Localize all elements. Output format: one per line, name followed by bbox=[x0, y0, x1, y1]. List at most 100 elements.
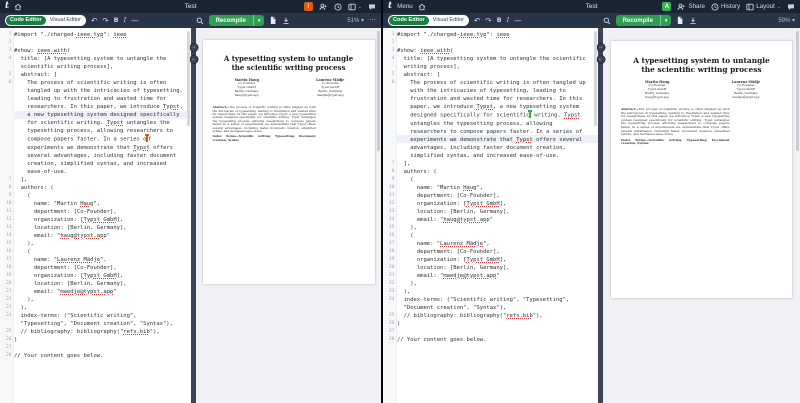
collapse-right-handle[interactable]: → bbox=[596, 43, 605, 52]
visual-editor-tab[interactable]: Visual Editor bbox=[429, 16, 468, 25]
code-line[interactable]: 25// bibliography: bibliography("refs.bi… bbox=[0, 328, 191, 336]
code-line[interactable]: 16( bbox=[383, 232, 598, 240]
code-line[interactable]: 2 bbox=[383, 39, 598, 47]
code-line[interactable]: 4title: [A typesetting system to untangl… bbox=[383, 55, 598, 71]
visual-editor-tab[interactable]: Visual Editor bbox=[46, 16, 85, 25]
code-line[interactable]: 9( bbox=[0, 192, 191, 200]
code-line[interactable]: 11department: [Co-Founder], bbox=[383, 192, 598, 200]
code-line[interactable]: 22), bbox=[383, 280, 598, 288]
code-line[interactable]: 20location: [Berlin, Germany], bbox=[0, 280, 191, 288]
zoom-level[interactable]: 51% ▾ bbox=[347, 17, 364, 24]
code-line[interactable]: 26) bbox=[0, 336, 191, 344]
bold-button[interactable]: B bbox=[497, 15, 502, 26]
code-line[interactable]: 1#import "./charged-ieee.typ": ieee bbox=[0, 31, 191, 39]
code-line[interactable]: 3#show: ieee.with( bbox=[383, 47, 598, 55]
collapse-left-handle[interactable]: ← bbox=[596, 55, 605, 64]
code-line[interactable]: 3#show: ieee.with( bbox=[0, 47, 191, 55]
code-line[interactable]: 8authors: ( bbox=[383, 168, 598, 176]
chat-icon[interactable] bbox=[787, 3, 795, 11]
code-line[interactable]: 6The process of scientific writing is of… bbox=[0, 79, 191, 176]
pane-divider[interactable]: → ← bbox=[598, 28, 603, 403]
code-line[interactable]: 27 bbox=[383, 328, 598, 336]
code-line[interactable]: 5abstract: [ bbox=[0, 71, 191, 79]
code-line[interactable]: 19organization: [Typst GmbH], bbox=[0, 272, 191, 280]
code-line[interactable]: 13location: [Berlin, Germany], bbox=[383, 208, 598, 216]
download-icon[interactable] bbox=[689, 17, 697, 25]
status-badge[interactable]: ! bbox=[304, 2, 313, 11]
document-icon[interactable] bbox=[676, 16, 684, 25]
code-line[interactable]: 11department: [Co-Founder], bbox=[0, 208, 191, 216]
editor-scrollbar[interactable] bbox=[187, 31, 190, 126]
chat-icon[interactable] bbox=[368, 3, 376, 11]
recompile-chevron-icon[interactable]: ▼ bbox=[253, 15, 264, 26]
code-editor-tab[interactable]: Code Editor bbox=[389, 16, 429, 25]
code-line[interactable]: 18department: [Co-Founder], bbox=[383, 248, 598, 256]
editor-scrollbar[interactable] bbox=[594, 31, 597, 126]
code-line[interactable]: 22), bbox=[0, 296, 191, 304]
code-line[interactable]: 27 bbox=[0, 344, 191, 352]
code-line[interactable]: 7], bbox=[0, 176, 191, 184]
code-line[interactable]: 24index-terms: ("Scientific writing", "T… bbox=[0, 312, 191, 328]
recompile-chevron-icon[interactable]: ▼ bbox=[660, 15, 671, 26]
rule-button[interactable]: — bbox=[514, 15, 522, 26]
code-line[interactable]: 19organization: [Typst GmbH], bbox=[383, 256, 598, 264]
code-line[interactable]: 17name: "Laurenz Mädje", bbox=[0, 256, 191, 264]
code-line[interactable]: 17name: "Laurenz Mädje", bbox=[383, 240, 598, 248]
code-editor-pane[interactable]: 1#import "./charged-ieee.typ": ieee23#sh… bbox=[0, 28, 191, 403]
search-icon[interactable] bbox=[196, 17, 204, 25]
code-line[interactable]: 8authors: ( bbox=[0, 184, 191, 192]
collapse-left-handle[interactable]: ← bbox=[189, 55, 198, 64]
search-icon[interactable] bbox=[603, 17, 611, 25]
code-line[interactable]: 21email: "maedje@typst.app" bbox=[0, 288, 191, 296]
history-button[interactable]: History bbox=[711, 3, 740, 11]
home-icon[interactable] bbox=[14, 3, 22, 11]
bold-button[interactable]: B bbox=[114, 15, 119, 26]
undo-button[interactable]: ↶ bbox=[474, 15, 480, 26]
code-line[interactable]: 23), bbox=[0, 304, 191, 312]
code-line[interactable]: 15), bbox=[383, 224, 598, 232]
preview-pane[interactable]: A typesetting system to untangle the sci… bbox=[603, 28, 800, 403]
typst-logo[interactable]: t bbox=[388, 2, 392, 11]
layout-button[interactable]: Layout ⌄ bbox=[746, 3, 781, 11]
code-line[interactable]: 12organization: [Typst GmbH], bbox=[0, 216, 191, 224]
code-line[interactable]: 6The process of scientific writing is of… bbox=[383, 79, 598, 160]
layout-icon[interactable]: ⌄ bbox=[348, 3, 362, 11]
code-line[interactable]: 2 bbox=[0, 39, 191, 47]
code-line[interactable]: 1#import "./charged-ieee.typ": ieee bbox=[383, 31, 598, 39]
code-line[interactable]: 28// Your content goes below. bbox=[383, 336, 598, 344]
code-line[interactable]: 28// Your content goes below. bbox=[0, 352, 191, 360]
code-line[interactable]: 21email: "maedje@typst.app" bbox=[383, 272, 598, 280]
preview-scrollbar[interactable] bbox=[796, 31, 799, 151]
share-button[interactable]: Share bbox=[677, 3, 705, 11]
redo-button[interactable]: ↷ bbox=[102, 15, 108, 26]
pane-divider[interactable]: → ← bbox=[191, 28, 196, 403]
recompile-button[interactable]: Recompile ▼ bbox=[616, 15, 672, 26]
code-line[interactable]: 26) bbox=[383, 320, 598, 328]
code-editor-tab[interactable]: Code Editor bbox=[6, 16, 46, 25]
code-line[interactable]: 20location: [Berlin, Germany], bbox=[383, 264, 598, 272]
code-line[interactable]: 7], bbox=[383, 160, 598, 168]
collapse-right-handle[interactable]: → bbox=[189, 43, 198, 52]
code-line[interactable]: 13location: [Berlin, Germany], bbox=[0, 224, 191, 232]
code-line[interactable]: 24index-terms: ("Scientific writing", "T… bbox=[383, 296, 598, 312]
share-icon[interactable] bbox=[319, 3, 328, 11]
recompile-button[interactable]: Recompile ▼ bbox=[209, 15, 265, 26]
history-icon[interactable] bbox=[334, 3, 342, 11]
code-line[interactable]: 5abstract: [ bbox=[383, 71, 598, 79]
code-line[interactable]: 14email: "haug@typst.app" bbox=[0, 232, 191, 240]
typst-logo[interactable]: t bbox=[5, 2, 9, 11]
zoom-level[interactable]: 59% ▾ bbox=[778, 17, 795, 24]
menu-button[interactable]: Menu bbox=[397, 3, 412, 10]
rule-button[interactable]: — bbox=[131, 15, 139, 26]
avatar[interactable]: A bbox=[662, 2, 671, 11]
code-line[interactable]: 16( bbox=[0, 248, 191, 256]
code-line[interactable]: 10name: "Martin Haug", bbox=[383, 184, 598, 192]
code-line[interactable]: 4title: [A typesetting system to untangl… bbox=[0, 55, 191, 71]
code-line[interactable]: 18department: [Co-Founder], bbox=[0, 264, 191, 272]
code-line[interactable]: 15), bbox=[0, 240, 191, 248]
more-options-button[interactable]: ⋯ bbox=[369, 18, 376, 24]
code-line[interactable]: 9( bbox=[383, 176, 598, 184]
code-editor-pane[interactable]: 1#import "./charged-ieee.typ": ieee23#sh… bbox=[383, 28, 598, 403]
download-icon[interactable] bbox=[282, 17, 290, 25]
home-icon[interactable] bbox=[418, 3, 426, 11]
